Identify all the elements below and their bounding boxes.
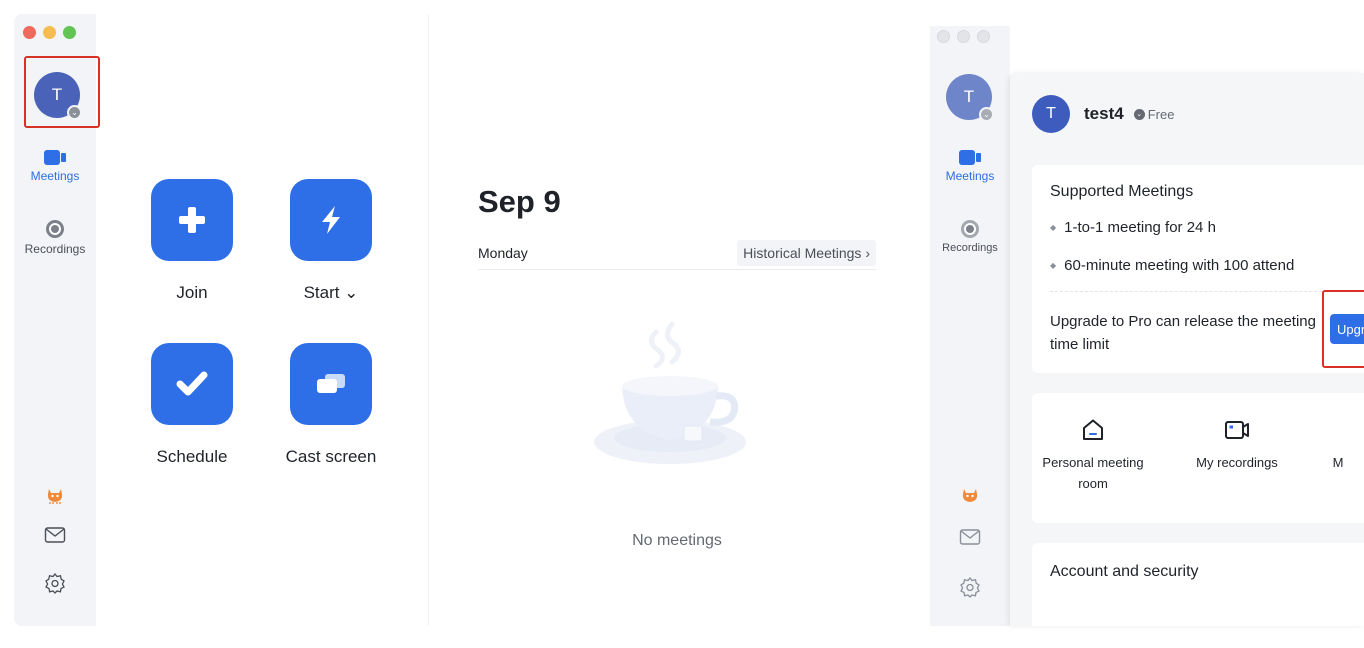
account-security-title: Account and security: [1050, 563, 1199, 580]
chevron-down-icon: ⌄: [979, 107, 994, 122]
my-recordings-label: My recordings: [1196, 455, 1278, 470]
coffee-cup-illustration: [594, 321, 746, 464]
plan-badge: ⌄ Free: [1133, 106, 1175, 122]
chevron-down-icon: ⌄: [67, 105, 82, 120]
profile-panel: T test4 ⌄ Free Supported Meetings 1-to-1…: [1010, 73, 1364, 626]
upgrade-description: Upgrade to Pro can release the meeting t…: [1050, 313, 1316, 353]
check-icon: [151, 343, 233, 425]
cast-screen-icon: [290, 343, 372, 425]
quick-actions-card: Personal meeting room My recordings M: [1032, 393, 1364, 523]
mail-icon[interactable]: [14, 526, 96, 544]
maximize-window-button[interactable]: [63, 26, 76, 39]
feature-item: 1-to-1 meeting for 24 h: [1050, 219, 1216, 236]
upgrade-button[interactable]: Upgrade: [1330, 314, 1364, 344]
cast-screen-button[interactable]: Cast screen: [281, 343, 381, 467]
profile-avatar: T: [1032, 95, 1070, 133]
avatar-initial: T: [51, 85, 63, 104]
schedule-button[interactable]: Schedule: [142, 343, 242, 467]
video-recorder-icon: [1172, 417, 1302, 443]
video-camera-icon: [44, 150, 66, 165]
bug-mascot-icon[interactable]: [930, 484, 1010, 506]
window-controls-inactive: [937, 30, 990, 43]
record-icon: [961, 220, 979, 238]
quick-action-label: M: [1332, 455, 1344, 470]
account-security-card[interactable]: Account and security: [1032, 543, 1364, 626]
weekday-label: Monday: [478, 244, 528, 261]
start-button[interactable]: Start ⌄: [281, 179, 381, 303]
profile-header: T test4 ⌄ Free: [1032, 95, 1174, 133]
no-meetings-text: No meetings: [632, 532, 722, 549]
sidebar-item-meetings[interactable]: Meetings: [14, 150, 96, 183]
settings-gear-icon[interactable]: [930, 576, 1010, 598]
join-button[interactable]: Join: [142, 179, 242, 303]
profile-name: test4: [1084, 104, 1124, 123]
settings-gear-icon[interactable]: [14, 572, 96, 594]
avatar-initial: T: [963, 87, 975, 106]
feature-item: 60-minute meeting with 100 attend: [1050, 257, 1294, 274]
quick-action-icon: [1308, 417, 1364, 443]
dashed-divider: [1050, 291, 1364, 292]
calendar-date: Sep 9: [478, 184, 561, 219]
schedule-label: Schedule: [156, 447, 228, 466]
supported-meetings-title: Supported Meetings: [1050, 183, 1194, 200]
plan-label: Free: [1147, 106, 1175, 122]
right-sidebar: T ⌄ Meetings Recordings: [930, 26, 1010, 626]
bug-mascot-icon[interactable]: [14, 484, 96, 506]
avatar-highlight-box: T ⌄: [24, 56, 100, 128]
minimize-window-button[interactable]: [957, 30, 970, 43]
video-camera-icon: [959, 150, 981, 165]
window-controls: [23, 26, 76, 39]
profile-window: T ⌄ Meetings Recordings T test4 ⌄ Free S…: [930, 26, 1364, 626]
avatar[interactable]: T ⌄: [946, 74, 994, 122]
personal-meeting-room-button[interactable]: Personal meeting room: [1028, 417, 1158, 495]
record-icon: [46, 220, 64, 238]
sidebar-item-label: Recordings: [24, 242, 86, 256]
sidebar-item-label: Meetings: [945, 169, 995, 183]
calendar-panel: Sep 9 Monday Historical Meetings › No me…: [478, 184, 876, 549]
more-quick-action[interactable]: M: [1308, 417, 1364, 474]
left-sidebar: T ⌄ Meetings Recordings: [14, 14, 100, 626]
my-recordings-button[interactable]: My recordings: [1172, 417, 1302, 474]
personal-meeting-room-label: Personal meeting room: [1042, 455, 1144, 491]
meetings-window: T ⌄ Meetings Recordings Join Start ⌄ Sch…: [14, 14, 930, 626]
minimize-window-button[interactable]: [43, 26, 56, 39]
panel-divider: [428, 14, 429, 626]
start-label: Start ⌄: [303, 283, 359, 302]
historical-meetings-button[interactable]: Historical Meetings ›: [737, 239, 876, 266]
sidebar-item-recordings[interactable]: Recordings: [14, 220, 96, 256]
sidebar-item-meetings[interactable]: Meetings: [930, 150, 1010, 183]
sidebar-item-recordings[interactable]: Recordings: [930, 220, 1010, 254]
mail-icon[interactable]: [930, 528, 1010, 546]
home-icon: [1028, 417, 1158, 443]
lightning-icon: [290, 179, 372, 261]
supported-meetings-card: Supported Meetings 1-to-1 meeting for 24…: [1032, 165, 1364, 373]
close-window-button[interactable]: [23, 26, 36, 39]
upgrade-highlight-box: Upgrade: [1322, 290, 1364, 368]
close-window-button[interactable]: [937, 30, 950, 43]
calendar-header-row: Monday Historical Meetings ›: [478, 239, 876, 270]
sidebar-item-label: Recordings: [942, 242, 998, 254]
plus-icon: [151, 179, 233, 261]
sidebar-item-label: Meetings: [30, 169, 80, 183]
join-label: Join: [176, 283, 208, 302]
maximize-window-button[interactable]: [977, 30, 990, 43]
chevron-down-icon: ⌄: [1133, 108, 1145, 120]
avatar[interactable]: T ⌄: [34, 72, 82, 120]
cast-screen-label: Cast screen: [285, 447, 377, 466]
